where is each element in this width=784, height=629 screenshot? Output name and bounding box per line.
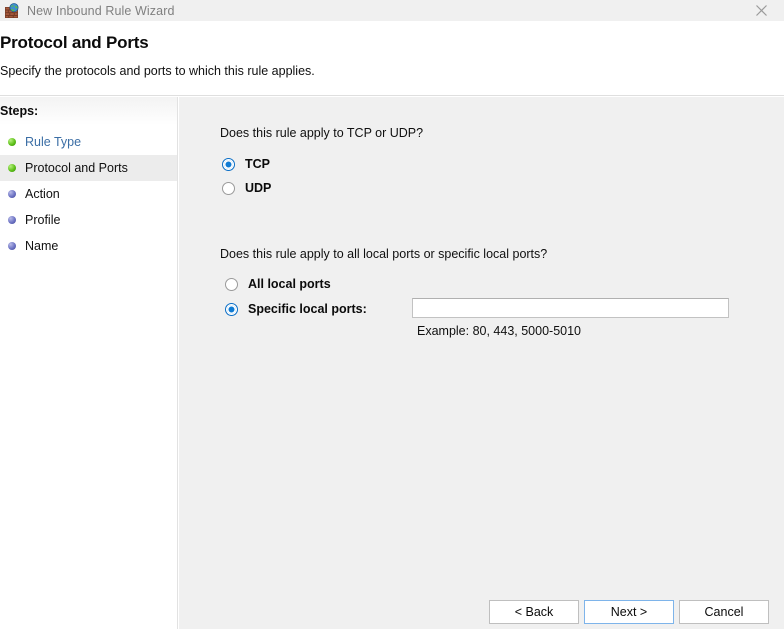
- sidebar-item-label: Name: [25, 239, 59, 253]
- blue-bullet-icon: [8, 190, 16, 198]
- green-bullet-icon: [8, 138, 16, 146]
- blue-bullet-icon: [8, 242, 16, 250]
- radio-option-all-local-ports[interactable]: All local ports: [225, 275, 331, 293]
- specific-local-ports-input[interactable]: [412, 298, 729, 318]
- radio-indicator-udp[interactable]: [222, 181, 235, 195]
- page-title: Protocol and Ports: [0, 33, 149, 52]
- button-bar: < Back Next > Cancel: [179, 590, 784, 629]
- steps-heading: Steps:: [0, 104, 39, 118]
- radio-label-udp: UDP: [245, 181, 272, 195]
- window-title: New Inbound Rule Wizard: [27, 3, 175, 18]
- sidebar-item-label: Profile: [25, 213, 61, 227]
- sidebar-item-label: Protocol and Ports: [25, 161, 128, 175]
- blue-bullet-icon: [8, 216, 16, 224]
- sidebar-item-action[interactable]: Action: [0, 181, 177, 207]
- next-button[interactable]: Next >: [584, 600, 674, 624]
- radio-indicator-specific-local-ports[interactable]: [225, 302, 238, 316]
- sidebar-item-label: Action: [25, 187, 60, 201]
- radio-indicator-tcp[interactable]: [222, 157, 235, 171]
- radio-option-tcp[interactable]: TCP: [222, 155, 270, 173]
- page-subtitle: Specify the protocols and ports to which…: [0, 64, 315, 78]
- firewall-globe-icon: [4, 2, 20, 19]
- sidebar-item-name[interactable]: Name: [0, 233, 177, 259]
- cancel-button[interactable]: Cancel: [679, 600, 769, 624]
- protocol-question: Does this rule apply to TCP or UDP?: [220, 126, 424, 140]
- ports-question: Does this rule apply to all local ports …: [220, 247, 548, 261]
- close-icon[interactable]: [739, 0, 784, 21]
- sidebar-item-protocol-and-ports[interactable]: Protocol and Ports: [0, 155, 177, 181]
- page-header: Protocol and Ports Specify the protocols…: [0, 21, 784, 96]
- ports-example-hint: Example: 80, 443, 5000-5010: [417, 324, 582, 338]
- green-bullet-icon: [8, 164, 16, 172]
- radio-indicator-all-local-ports[interactable]: [225, 277, 238, 291]
- radio-label-all-local-ports: All local ports: [248, 277, 331, 291]
- content-panel: Does this rule apply to TCP or UDP? TCP …: [179, 97, 784, 629]
- radio-label-specific-local-ports: Specific local ports:: [248, 302, 367, 316]
- radio-label-tcp: TCP: [245, 157, 270, 171]
- title-bar: New Inbound Rule Wizard: [0, 0, 784, 21]
- back-button[interactable]: < Back: [489, 600, 579, 624]
- sidebar-item-rule-type[interactable]: Rule Type: [0, 129, 177, 155]
- steps-list: Rule Type Protocol and Ports Action Prof…: [0, 129, 177, 259]
- sidebar-item-label: Rule Type: [25, 135, 82, 149]
- sidebar-item-profile[interactable]: Profile: [0, 207, 177, 233]
- steps-sidebar: Steps: Rule Type Protocol and Ports Acti…: [0, 97, 178, 629]
- radio-option-specific-local-ports[interactable]: Specific local ports:: [225, 300, 367, 318]
- radio-option-udp[interactable]: UDP: [222, 179, 271, 197]
